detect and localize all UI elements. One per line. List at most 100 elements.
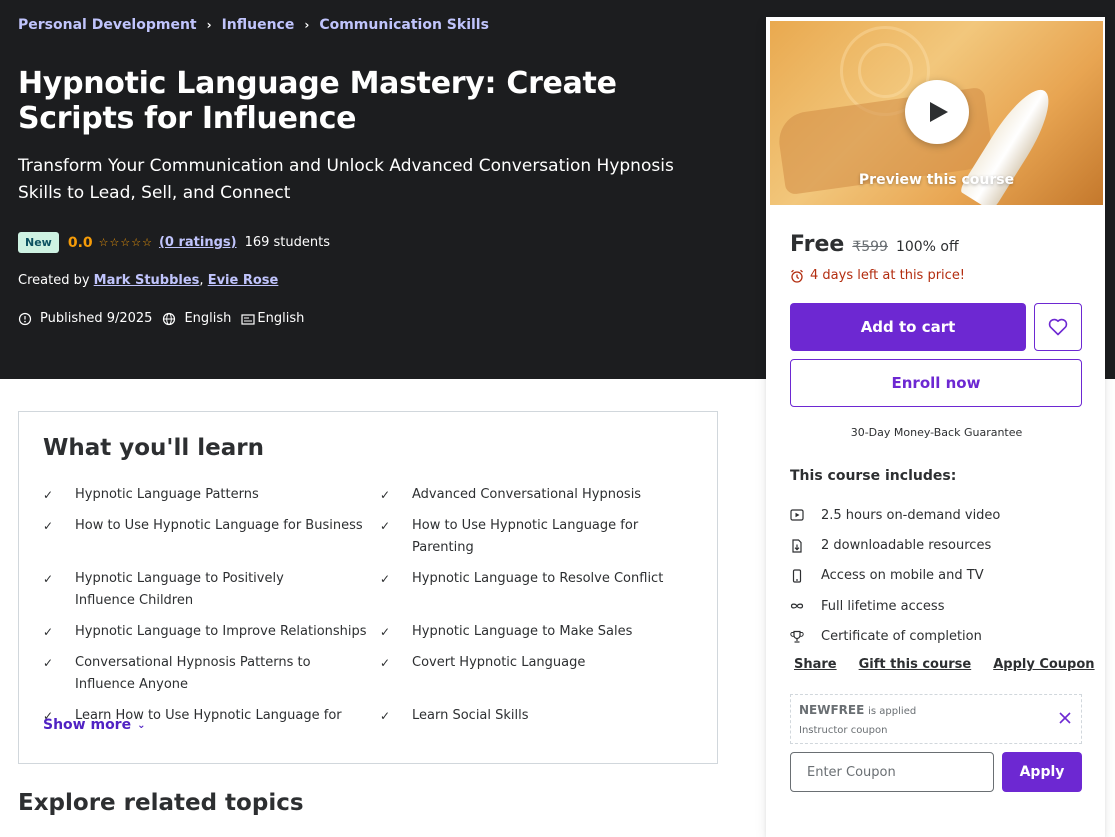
breadcrumb-item[interactable]: Communication Skills	[319, 17, 489, 33]
learn-item: ✓ How to Use Hypnotic Language for Busine…	[43, 515, 380, 559]
include-label: 2 downloadable resources	[821, 538, 992, 554]
breadcrumb-item[interactable]: Influence	[222, 17, 295, 33]
mobile-icon	[792, 569, 802, 583]
close-icon	[1059, 712, 1071, 724]
learn-item-text: Learn Social Skills	[412, 708, 529, 723]
current-price: Free	[790, 232, 845, 257]
learn-item: ✓ Hypnotic Language to Resolve Conflict	[380, 568, 700, 612]
course-title: Hypnotic Language Mastery: Create Script…	[18, 66, 617, 136]
include-item: 2.5 hours on-demand video	[790, 500, 1000, 530]
alarm-clock-icon	[791, 269, 803, 283]
coupon-applied-text: is applied	[868, 706, 917, 717]
file-download-icon	[792, 538, 802, 553]
rating-row: New 0.0 ☆☆☆☆☆ (0 ratings) 169 students	[18, 232, 330, 253]
include-item: Certificate of completion	[790, 622, 1000, 652]
section-title: What you'll learn	[43, 435, 264, 461]
ratings-link[interactable]: (0 ratings)	[159, 235, 237, 250]
include-item: Access on mobile and TV	[790, 561, 1000, 591]
learn-item: ✓ Advanced Conversational Hypnosis	[380, 484, 700, 506]
price-row: Free ₹599 100% off	[790, 232, 959, 257]
infinity-icon	[790, 603, 804, 609]
apply-coupon-link[interactable]: Apply Coupon	[993, 657, 1094, 672]
check-icon: ✓	[380, 625, 391, 639]
learn-item-text: Hypnotic Language to Improve Relationshi…	[75, 624, 367, 639]
learn-item: ✓ Learn Social Skills	[380, 705, 700, 727]
discount-percent: 100% off	[895, 239, 959, 255]
coupon-status: NEWFREE is applied	[799, 703, 916, 717]
what-you-learn-section: What you'll learn ✓ Hypnotic Language Pat…	[18, 411, 718, 764]
chevron-right-icon: ›	[206, 18, 212, 32]
learn-item-text: Covert Hypnotic Language	[412, 655, 586, 670]
coupon-type: Instructor coupon	[799, 725, 888, 736]
globe-icon	[163, 312, 176, 325]
remove-coupon-button[interactable]	[1059, 709, 1071, 728]
check-icon: ✓	[380, 656, 391, 670]
include-item: Full lifetime access	[790, 591, 1000, 621]
learn-item-text: Hypnotic Language Patterns	[75, 487, 259, 502]
coupon-code: NEWFREE	[799, 703, 865, 717]
breadcrumb-item[interactable]: Personal Development	[18, 17, 197, 33]
play-icon	[930, 102, 948, 122]
author-link[interactable]: Evie Rose	[208, 273, 279, 288]
trophy-icon	[790, 630, 804, 643]
learn-item: ✓ Covert Hypnotic Language	[380, 652, 700, 696]
learn-item-text: Advanced Conversational Hypnosis	[412, 487, 642, 502]
closed-captions-icon	[241, 313, 256, 325]
learn-item-text: How to Use Hypnotic Language for Busines…	[75, 518, 363, 533]
coupon-input[interactable]	[790, 752, 994, 792]
preview-caption: Preview this course	[858, 172, 1015, 188]
include-label: 2.5 hours on-demand video	[821, 507, 1001, 523]
learn-item-text: Hypnotic Language to Positively Influenc…	[75, 571, 284, 608]
learn-item: ✓ Hypnotic Language to Improve Relationsh…	[43, 621, 380, 643]
check-icon: ✓	[380, 519, 391, 533]
add-to-cart-button[interactable]: Add to cart	[790, 303, 1026, 351]
include-label: Access on mobile and TV	[821, 568, 984, 584]
include-label: Certificate of completion	[821, 629, 982, 645]
applied-coupon: NEWFREE is applied Instructor coupon	[790, 694, 1082, 744]
learn-item-text: Conversational Hypnosis Patterns to Infl…	[75, 655, 311, 692]
share-link[interactable]: Share	[794, 657, 837, 672]
include-label: Full lifetime access	[821, 598, 945, 614]
apply-coupon-button[interactable]: Apply	[1002, 752, 1082, 792]
course-preview[interactable]: Preview this course	[770, 21, 1103, 205]
check-icon: ✓	[380, 488, 391, 502]
check-icon: ✓	[43, 488, 54, 502]
learn-item: ✓ Hypnotic Language to Positively Influen…	[43, 568, 380, 612]
purchase-sidebar: Preview this course Free ₹599 100% off 4…	[766, 17, 1105, 837]
play-button[interactable]	[905, 80, 969, 144]
chevron-right-icon: ›	[304, 18, 310, 32]
course-language: English	[184, 311, 232, 326]
rating-value: 0.0	[67, 234, 93, 251]
learn-item: ✓ Hypnotic Language Patterns	[43, 484, 380, 506]
video-icon	[790, 509, 804, 521]
check-icon: ✓	[43, 519, 54, 533]
learn-item: ✓ How to Use Hypnotic Language for Parent…	[380, 515, 700, 559]
gift-course-link[interactable]: Gift this course	[859, 657, 972, 672]
spiral-decoration	[858, 43, 913, 98]
include-item: 2 downloadable resources	[790, 530, 1000, 560]
published-date: Published 9/2025	[40, 311, 153, 326]
check-icon: ✓	[380, 709, 391, 723]
show-more-button[interactable]: Show more ⌄	[43, 717, 145, 733]
learn-item-text: How to Use Hypnotic Language for Parenti…	[412, 518, 639, 555]
wishlist-button[interactable]	[1034, 303, 1082, 351]
chevron-down-icon: ⌄	[137, 719, 146, 731]
show-more-label: Show more	[43, 717, 132, 733]
students-count: 169 students	[244, 235, 330, 250]
learn-item-text: Hypnotic Language to Make Sales	[412, 624, 633, 639]
price-deadline: 4 days left at this price!	[790, 268, 965, 283]
explore-topics-title: Explore related topics	[18, 790, 304, 816]
heart-icon	[1048, 318, 1068, 336]
caption-language: English	[257, 311, 305, 326]
enroll-now-button[interactable]: Enroll now	[790, 359, 1082, 407]
sidebar-links: Share Gift this course Apply Coupon	[794, 657, 1095, 672]
learn-item: ✓ Hypnotic Language to Make Sales	[380, 621, 700, 643]
check-icon: ✓	[43, 656, 54, 670]
author-link[interactable]: Mark Stubbles	[94, 273, 200, 288]
created-by-label: Created by	[18, 273, 90, 288]
breadcrumb: Personal Development › Influence › Commu…	[18, 17, 489, 33]
star-rating-icon: ☆☆☆☆☆	[98, 236, 153, 249]
learn-item: ✓ Conversational Hypnosis Patterns to Inf…	[43, 652, 380, 696]
includes-list: 2.5 hours on-demand video 2 downloadable…	[790, 500, 1000, 652]
new-badge: New	[18, 232, 59, 253]
